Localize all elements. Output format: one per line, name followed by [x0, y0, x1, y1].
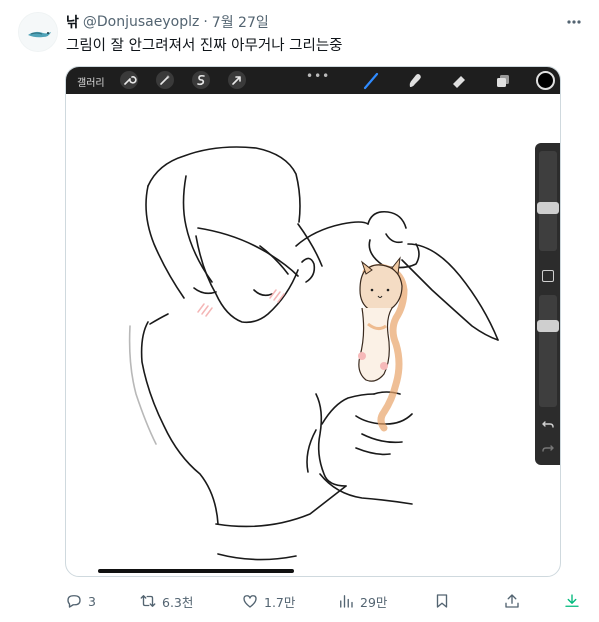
brush-icon[interactable]: [362, 72, 380, 90]
tweet-text: 그림이 잘 안그려져서 진짜 아무거나 그리는중: [66, 38, 343, 54]
wrench-icon[interactable]: [120, 71, 138, 89]
layers-icon[interactable]: [494, 72, 512, 90]
tweet-action-bar: 3 6.3천 1.7만 29만: [65, 588, 595, 614]
separator-dot: ·: [203, 14, 208, 30]
more-menu[interactable]: •••: [306, 69, 330, 83]
like-button[interactable]: 1.7만: [241, 588, 295, 614]
share-button[interactable]: [503, 588, 526, 614]
color-picker-swatch[interactable]: [536, 71, 555, 90]
views-button[interactable]: 29만: [337, 588, 387, 614]
retweet-button[interactable]: 6.3천: [139, 588, 193, 614]
selection-icon[interactable]: [192, 71, 210, 89]
retweet-icon: [140, 595, 156, 607]
gallery-button[interactable]: 갤러리: [77, 74, 105, 89]
share-icon: [505, 594, 519, 608]
like-count: 1.7만: [264, 594, 296, 610]
download-button[interactable]: [563, 588, 586, 614]
drawing-canvas[interactable]: [66, 94, 561, 577]
download-icon: [565, 594, 579, 607]
opacity-slider[interactable]: [537, 295, 559, 407]
reply-icon: [67, 595, 81, 608]
brush-size-thumb[interactable]: [537, 202, 559, 214]
undo-icon[interactable]: [541, 417, 555, 431]
drawing-app-toolbar: 갤러리 •••: [66, 67, 560, 94]
sketch-cat: [358, 256, 408, 432]
redo-icon[interactable]: [541, 441, 555, 455]
smudge-icon[interactable]: [406, 72, 424, 90]
reply-button[interactable]: 3: [65, 588, 96, 614]
tweet-media[interactable]: 갤러리 •••: [65, 66, 561, 577]
heart-icon: [243, 595, 257, 608]
brush-size-slider[interactable]: [537, 151, 559, 251]
avatar-image: [19, 13, 57, 51]
magic-wand-icon[interactable]: [156, 71, 174, 89]
author-handle[interactable]: @Donjusaeyoplz: [83, 14, 199, 30]
bookmark-button[interactable]: [433, 588, 456, 614]
author-name[interactable]: 낚: [66, 12, 79, 32]
views-chart-icon: [340, 595, 353, 608]
tweet-header: 낚 @Donjusaeyoplz · 7월 27일: [66, 13, 269, 31]
media-scroll-indicator: [98, 569, 294, 573]
more-options-icon[interactable]: [566, 12, 582, 32]
eraser-icon[interactable]: [450, 72, 468, 90]
avatar[interactable]: [18, 12, 58, 52]
sketch-head-line: [147, 146, 301, 223]
view-count: 29만: [360, 594, 388, 610]
retweet-count: 6.3천: [162, 594, 194, 610]
opacity-thumb[interactable]: [537, 320, 559, 332]
tweet-date[interactable]: 7월 27일: [212, 12, 269, 32]
transform-arrow-icon[interactable]: [228, 71, 246, 89]
brush-side-panel: [535, 143, 560, 465]
modify-button[interactable]: [542, 270, 554, 282]
bookmark-icon: [436, 594, 448, 608]
reply-count: 3: [88, 593, 96, 609]
